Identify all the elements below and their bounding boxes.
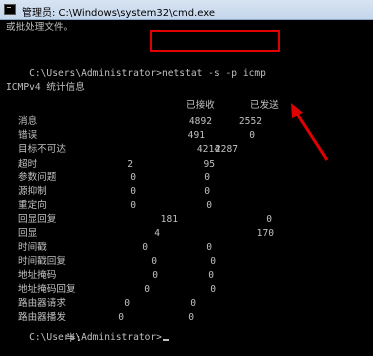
red-arrow-icon bbox=[291, 103, 329, 161]
